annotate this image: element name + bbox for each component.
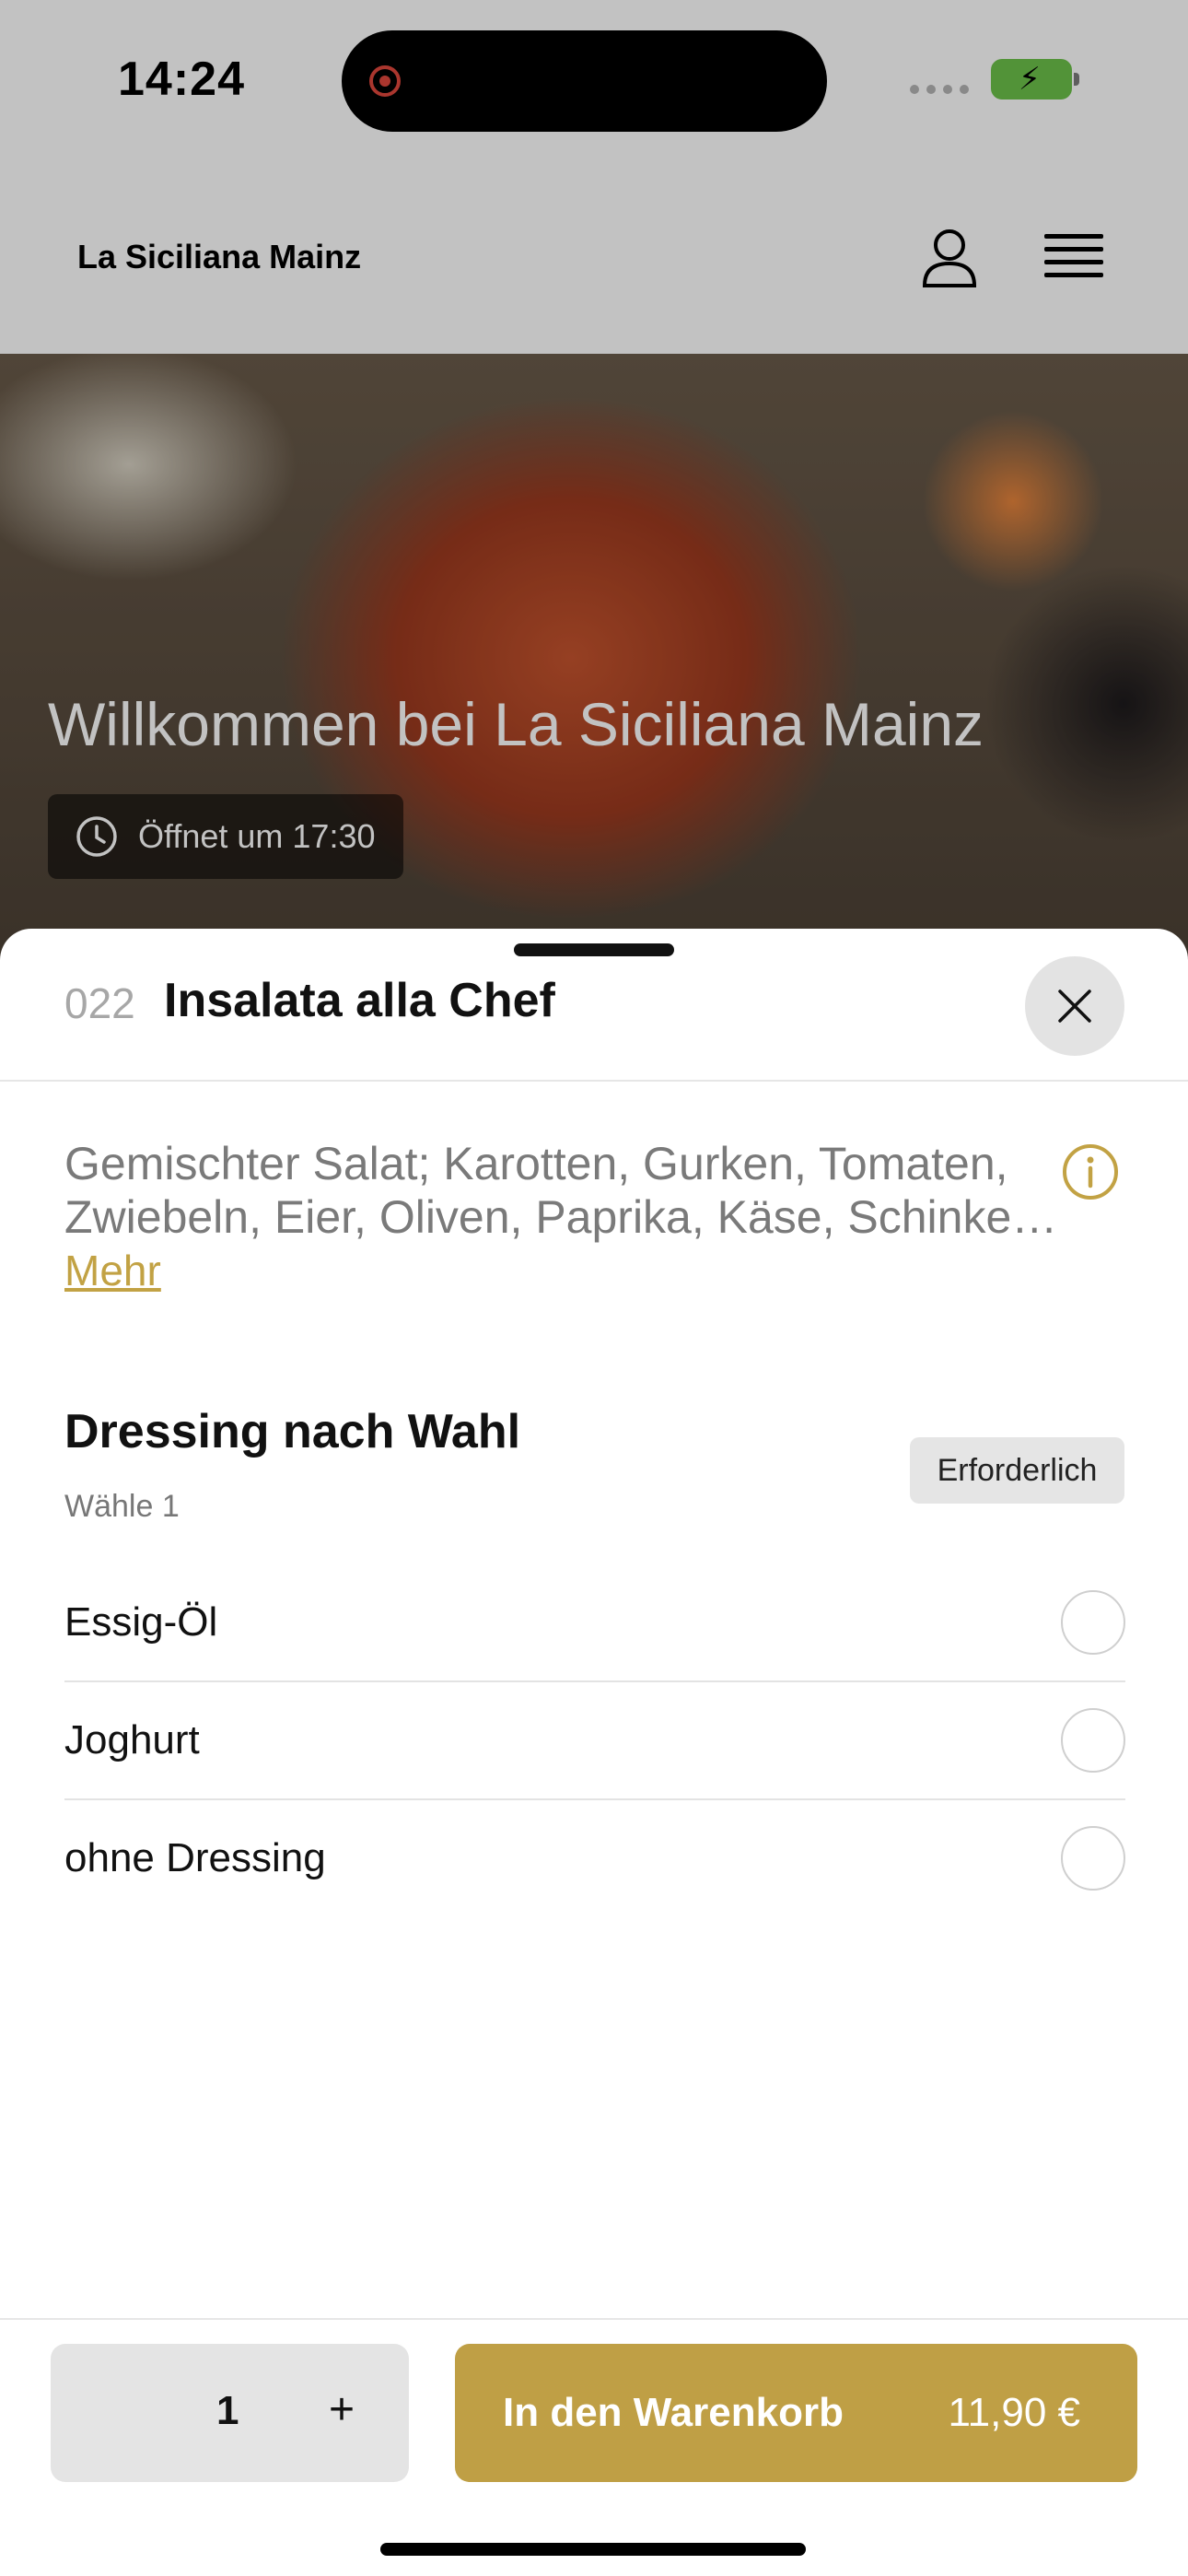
option-label: Joghurt	[64, 1717, 200, 1762]
radio-button[interactable]	[1061, 1590, 1125, 1655]
quantity-value: 1	[216, 2388, 239, 2433]
option-row[interactable]: ohne Dressing	[64, 1800, 1125, 1916]
item-price: 11,90 €	[948, 2390, 1080, 2435]
item-sheet: 022 Insalata alla Chef Gemischter Salat;…	[0, 929, 1188, 2576]
radio-button[interactable]	[1061, 1826, 1125, 1891]
option-row[interactable]: Essig-Öl	[64, 1564, 1125, 1682]
quantity-stepper: 1 +	[51, 2344, 409, 2482]
divider	[0, 1080, 1188, 1082]
item-title: Insalata alla Chef	[164, 974, 555, 1027]
option-label: ohne Dressing	[64, 1835, 326, 1880]
info-icon[interactable]	[1061, 1142, 1120, 1201]
close-icon	[1058, 989, 1091, 1023]
dim-overlay[interactable]	[0, 0, 1188, 1013]
more-link[interactable]: Mehr	[64, 1246, 161, 1295]
option-row[interactable]: Joghurt	[64, 1682, 1125, 1800]
add-to-cart-button[interactable]: In den Warenkorb 11,90 €	[455, 2344, 1137, 2482]
home-indicator	[380, 2543, 806, 2556]
option-group-title: Dressing nach Wahl	[64, 1405, 521, 1458]
sheet-grabber[interactable]	[514, 943, 674, 956]
item-number: 022	[64, 979, 135, 1027]
item-description: Gemischter Salat; Karotten, Gurken, Toma…	[64, 1138, 1058, 1243]
close-button[interactable]	[1025, 956, 1124, 1056]
background-page: 14:24 ⚡ La Siciliana Mainz Willkommen be…	[0, 0, 1188, 1013]
required-badge: Erforderlich	[910, 1437, 1124, 1504]
radio-button[interactable]	[1061, 1708, 1125, 1773]
option-label: Essig-Öl	[64, 1599, 218, 1645]
increase-quantity-button[interactable]: +	[329, 2384, 355, 2435]
footer-divider	[0, 2318, 1188, 2320]
option-group-subtitle: Wähle 1	[64, 1489, 180, 1524]
add-to-cart-label: In den Warenkorb	[503, 2390, 844, 2435]
option-list: Essig-Öl Joghurt ohne Dressing	[64, 1564, 1125, 1916]
